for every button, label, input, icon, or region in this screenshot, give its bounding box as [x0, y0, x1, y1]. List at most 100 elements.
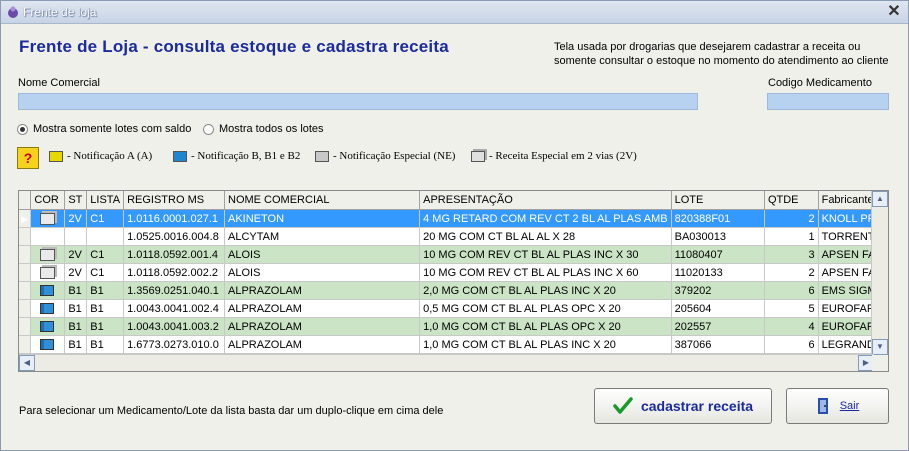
- radio-lotes-com-saldo[interactable]: Mostra somente lotes com saldo: [17, 123, 191, 135]
- scroll-down-icon[interactable]: ▼: [872, 339, 888, 355]
- st-cell: B1: [64, 281, 88, 300]
- nome-comercial-input[interactable]: [18, 93, 698, 110]
- table-row[interactable]: B1 B1 1.0043.0041.003.2 ALPRAZOLAM 1,0 MG CO…: [19, 317, 888, 336]
- radio-unchecked-icon[interactable]: [203, 123, 214, 135]
- lista-cell: [86, 227, 125, 246]
- legend-item-notificacao-a: - Notificação A (A): [49, 150, 152, 162]
- registro-cell: 1.0116.0001.027.1: [123, 209, 225, 228]
- qtde-cell: 2: [764, 209, 819, 228]
- legend-label: - Notificação B, B1 e B2: [191, 150, 301, 162]
- two-copies-icon: [40, 266, 56, 279]
- lista-cell: C1: [86, 209, 125, 228]
- apresentacao-cell: 2,0 MG COM CT BL AL PLAS INC X 20: [419, 281, 672, 300]
- nome-cell: ALCYTAM: [224, 227, 421, 246]
- st-cell: 2V: [64, 263, 88, 282]
- help-icon[interactable]: ?: [17, 147, 39, 169]
- cor-cell: [30, 263, 66, 282]
- row-indicator: [19, 299, 32, 318]
- lote-cell: 11080407: [671, 245, 765, 264]
- codigo-medicamento-label: Codigo Medicamento: [768, 77, 872, 89]
- grid-header-qtde[interactable]: QTDE: [764, 191, 819, 210]
- cor-cell: [30, 245, 66, 264]
- legend-label: - Receita Especial em 2 vias (2V): [489, 150, 637, 162]
- blue-book-icon: [173, 150, 187, 162]
- table-row[interactable]: B1 B1 1.6773.0273.010.0 ALPRAZOLAM 1,0 MG CO…: [19, 335, 888, 354]
- scroll-left-icon[interactable]: ◀: [19, 355, 35, 371]
- row-indicator: ▶: [19, 209, 32, 228]
- scrollbar-corner: [872, 355, 888, 371]
- horizontal-scrollbar[interactable]: ◀ ▶: [19, 354, 874, 371]
- scroll-up-icon[interactable]: ▲: [872, 191, 888, 207]
- grid-header-lote[interactable]: LOTE: [671, 191, 765, 210]
- table-row[interactable]: 2V C1 1.0118.0592.001.4 ALOIS 10 MG COM REV …: [19, 245, 888, 264]
- two-copies-icon: [471, 150, 485, 162]
- page-title: Frente de Loja - consulta estoque e cada…: [19, 37, 449, 56]
- registro-cell: 1.3569.0251.040.1: [123, 281, 225, 300]
- st-cell: [64, 227, 88, 246]
- row-indicator: [19, 335, 32, 354]
- st-cell: B1: [64, 299, 88, 318]
- nome-cell: ALPRAZOLAM: [224, 281, 421, 300]
- codigo-medicamento-input[interactable]: [767, 93, 889, 110]
- registro-cell: 1.0118.0592.001.4: [123, 245, 225, 264]
- cor-cell: [30, 209, 66, 228]
- table-row[interactable]: B1 B1 1.3569.0251.040.1 ALPRAZOLAM 2,0 MG CO…: [19, 281, 888, 300]
- lote-cell: BA030013: [671, 227, 765, 246]
- registro-cell: 1.0118.0592.002.2: [123, 263, 225, 282]
- lista-cell: C1: [86, 245, 125, 264]
- grid-header-cor[interactable]: COR: [30, 191, 66, 210]
- two-copies-icon: [40, 212, 56, 225]
- nome-cell: ALOIS: [224, 263, 421, 282]
- st-cell: 2V: [64, 209, 88, 228]
- apresentacao-cell: 10 MG COM REV CT BL AL PLAS INC X 60: [419, 263, 672, 282]
- grid-header-st[interactable]: ST: [64, 191, 88, 210]
- grid-header-registro[interactable]: REGISTRO MS: [123, 191, 225, 210]
- lote-cell: 202557: [671, 317, 765, 336]
- close-icon[interactable]: ✕: [886, 4, 902, 20]
- row-indicator: [19, 263, 32, 282]
- radio-todos-lotes[interactable]: Mostra todos os lotes: [203, 123, 324, 135]
- qtde-cell: 5: [764, 299, 819, 318]
- apresentacao-cell: 4 MG RETARD COM REV CT 2 BL AL PLAS AMB: [419, 209, 672, 228]
- cor-cell: [30, 299, 66, 318]
- qtde-cell: 6: [764, 281, 819, 300]
- nome-cell: ALOIS: [224, 245, 421, 264]
- gray-book-icon: [315, 150, 329, 162]
- blue-book-icon: [40, 339, 55, 351]
- registro-cell: 1.0043.0041.003.2: [123, 317, 225, 336]
- lote-cell: 11020133: [671, 263, 765, 282]
- table-row[interactable]: B1 B1 1.0043.0041.002.4 ALPRAZOLAM 0,5 MG CO…: [19, 299, 888, 318]
- lista-cell: B1: [86, 299, 125, 318]
- lote-cell: 205604: [671, 299, 765, 318]
- window-title: Frente de loja: [23, 5, 97, 19]
- table-row[interactable]: 1.0525.0016.004.8 ALCYTAM 20 MG COM CT BL …: [19, 227, 888, 246]
- legend-label: - Notificação A (A): [67, 150, 153, 162]
- legend-item-notificacao-b: - Notificação B, B1 e B2: [173, 150, 300, 162]
- grid-header-apresentacao[interactable]: APRESENTAÇÃO: [419, 191, 672, 210]
- cor-cell: [30, 227, 66, 246]
- nome-cell: AKINETON: [224, 209, 421, 228]
- stock-grid[interactable]: COR ST LISTA REGISTRO MS NOME COMERCIAL …: [18, 190, 889, 372]
- main-window: Frente de loja ✕ Frente de Loja - consul…: [0, 0, 909, 451]
- apresentacao-cell: 20 MG COM CT BL AL AL X 28: [419, 227, 672, 246]
- sair-button[interactable]: Sair: [786, 388, 889, 424]
- cadastrar-receita-button[interactable]: cadastrar receita: [594, 388, 772, 424]
- radio-label: Mostra somente lotes com saldo: [33, 123, 192, 135]
- qtde-cell: 3: [764, 245, 819, 264]
- grid-body: ▶ 2V C1 1.0116.0001.027.1 AKINETON 4 MG RETAR…: [19, 209, 888, 354]
- lista-cell: C1: [86, 263, 125, 282]
- table-row[interactable]: ▶ 2V C1 1.0116.0001.027.1 AKINETON 4 MG RETAR…: [19, 209, 888, 228]
- apresentacao-cell: 0,5 MG COM CT BL AL PLAS OPC X 20: [419, 299, 672, 318]
- vertical-scrollbar[interactable]: ▲ ▼: [871, 191, 888, 355]
- table-row[interactable]: 2V C1 1.0118.0592.002.2 ALOIS 10 MG COM REV …: [19, 263, 888, 282]
- apresentacao-cell: 1,0 MG COM CT BL AL PLAS INC X 20: [419, 335, 672, 354]
- sair-label: Sair: [839, 400, 860, 412]
- radio-checked-icon[interactable]: [17, 123, 28, 135]
- grid-header-lista[interactable]: LISTA: [86, 191, 125, 210]
- nome-comercial-label: Nome Comercial: [18, 77, 100, 89]
- grid-header-nome[interactable]: NOME COMERCIAL: [224, 191, 421, 210]
- legend-label: - Notificação Especial (NE): [333, 150, 456, 162]
- hint-text: Para selecionar um Medicamento/Lote da l…: [19, 405, 444, 417]
- grid-header-row: COR ST LISTA REGISTRO MS NOME COMERCIAL …: [19, 191, 888, 210]
- cor-cell: [30, 281, 66, 300]
